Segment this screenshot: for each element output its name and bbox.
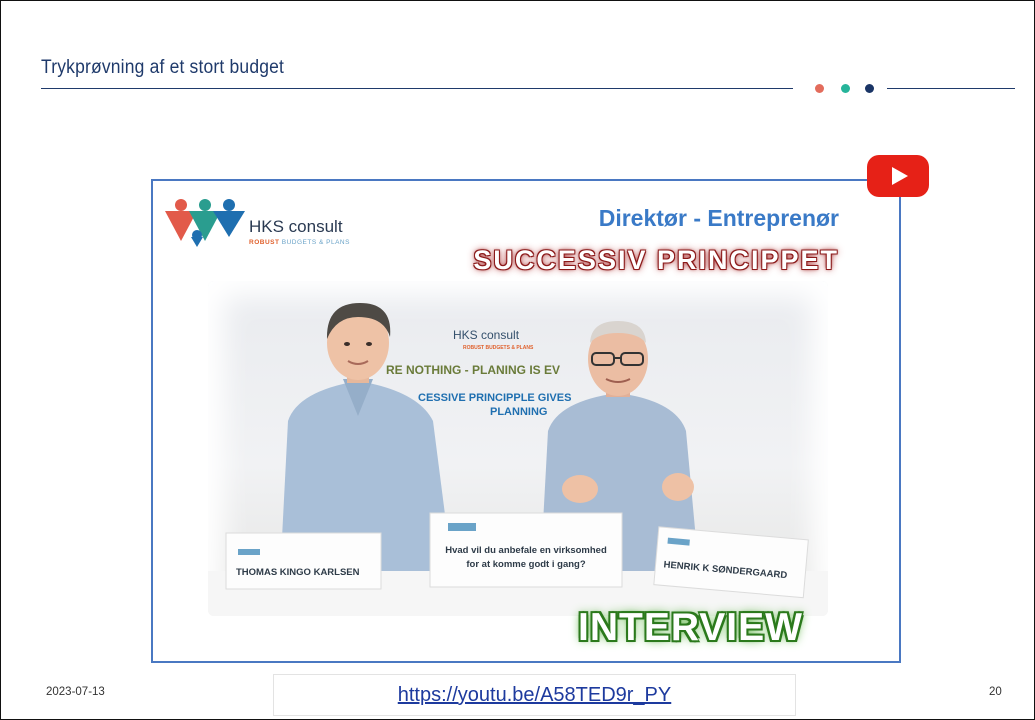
video-thumbnail[interactable]: HKS consult ROBUST BUDGETS & PLANS Direk…: [151, 179, 901, 663]
slide-date: 2023-07-13: [46, 686, 105, 698]
svg-text:Hvad vil du anbefale en virkso: Hvad vil du anbefale en virksomhed: [445, 545, 607, 556]
decor-dot-teal: [841, 84, 850, 93]
principle-heading: SUCCESSIV PRINCIPPET: [473, 245, 839, 275]
youtube-play-icon[interactable]: [866, 154, 930, 198]
interview-photo: HKS consult ROBUST BUDGETS & PLANS RE NO…: [208, 281, 828, 616]
backdrop-tagline: ROBUST BUDGETS & PLANS: [463, 345, 534, 351]
youtube-link[interactable]: https://youtu.be/A58TED9r_PY: [274, 675, 795, 715]
interview-label: INTERVIEW: [578, 606, 803, 649]
decor-dot-navy: [865, 84, 874, 93]
name-card-center: Hvad vil du anbefale en virksomhed for a…: [429, 512, 623, 588]
title-divider-right: [887, 88, 1015, 89]
logo-tagline: ROBUST BUDGETS & PLANS: [249, 239, 350, 246]
backdrop-line3: PLANNING: [490, 406, 547, 418]
name-card-left: THOMAS KINGO KARLSEN: [225, 532, 382, 590]
page-number: 20: [989, 686, 1002, 698]
slide-title: Trykprøvning af et stort budget: [41, 57, 285, 78]
hks-logo: HKS consult ROBUST BUDGETS & PLANS: [161, 197, 361, 247]
title-divider-left: [41, 88, 793, 89]
backdrop-brand: HKS consult: [453, 328, 520, 342]
backdrop-line2: CESSIVE PRINCIPPLE GIVES: [418, 392, 571, 404]
role-heading: Direktør - Entreprenør: [598, 205, 839, 231]
svg-text:THOMAS KINGO KARLSEN: THOMAS KINGO KARLSEN: [236, 567, 360, 578]
slide: Trykprøvning af et stort budget HKS cons…: [0, 0, 1035, 720]
logo-name: HKS consult: [249, 217, 343, 236]
link-box: https://youtu.be/A58TED9r_PY: [273, 674, 796, 716]
backdrop-line1: RE NOTHING - PLANING IS EV: [386, 363, 560, 377]
svg-text:for at komme godt i gang?: for at komme godt i gang?: [466, 559, 585, 570]
name-card-right: HENRIK K SØNDERGAARD: [653, 526, 809, 599]
decor-dot-coral: [815, 84, 824, 93]
